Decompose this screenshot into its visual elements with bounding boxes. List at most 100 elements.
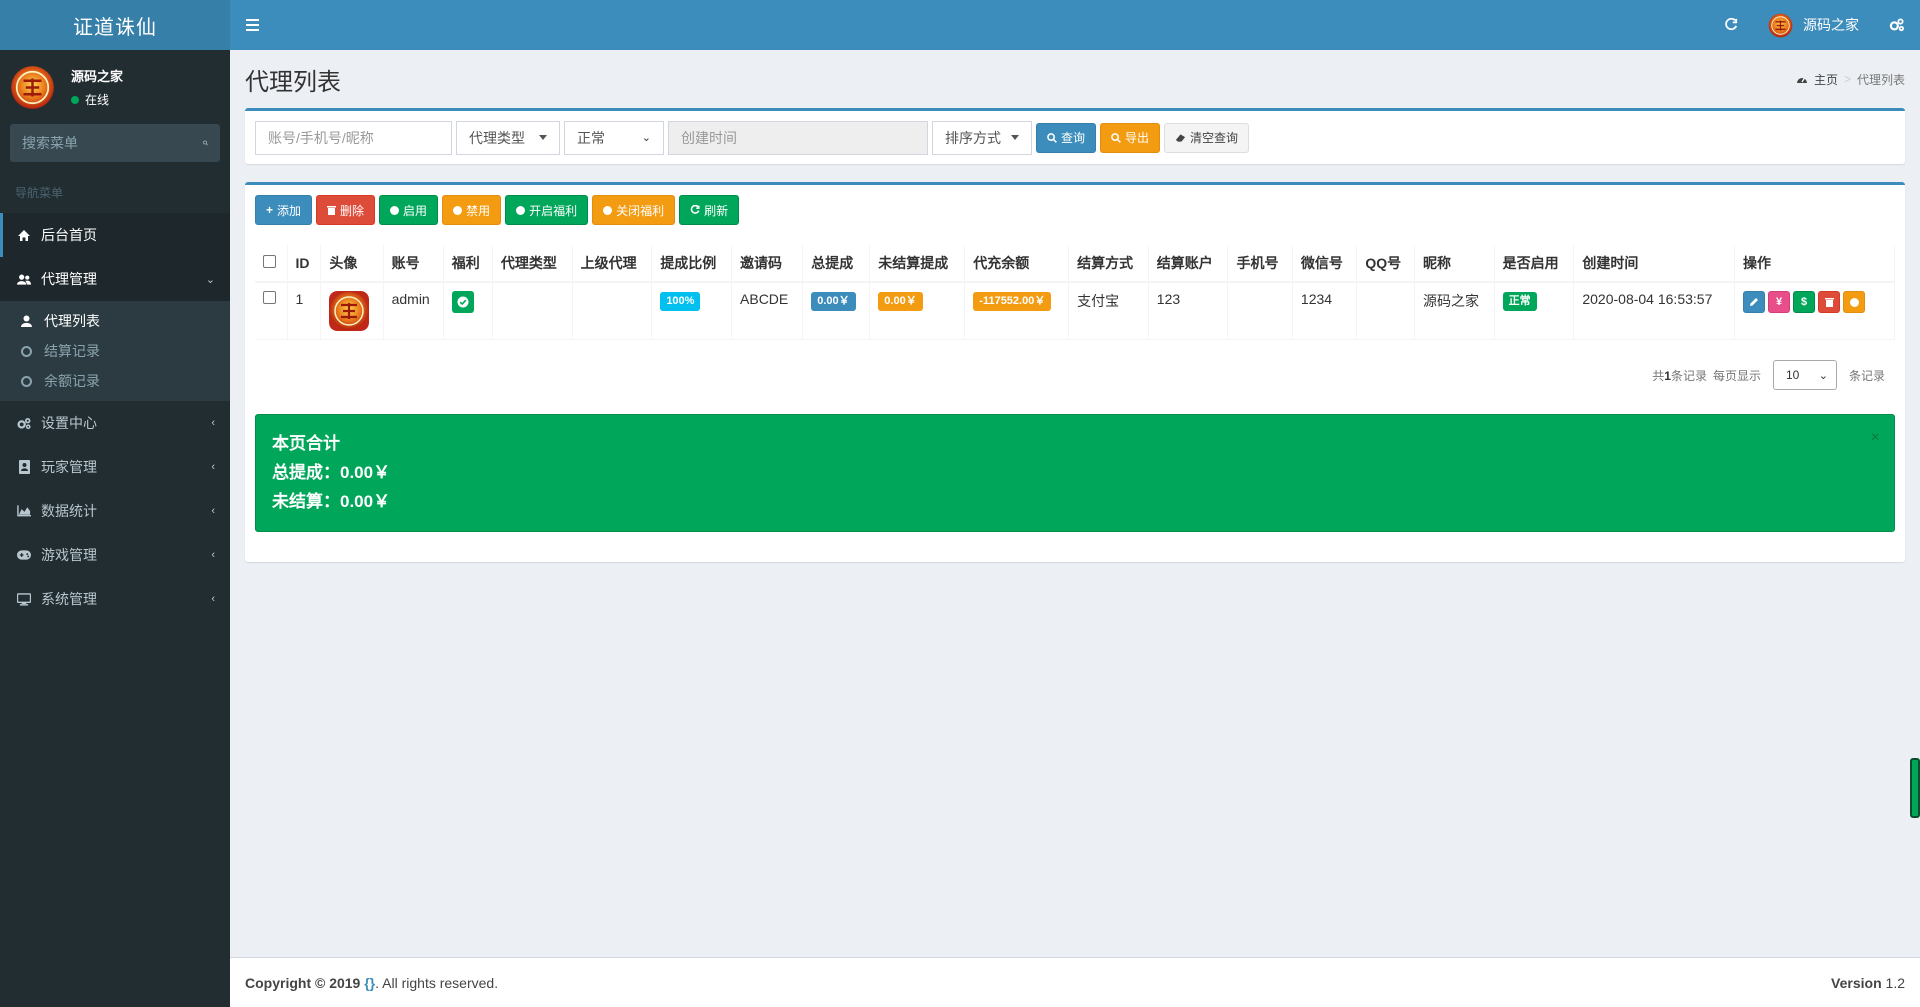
- add-button[interactable]: + 添加: [255, 195, 313, 225]
- sidebar-item-agent-list[interactable]: 代理列表: [0, 306, 230, 336]
- sidebar-item-statistics[interactable]: 数据统计 ‹: [0, 489, 230, 533]
- status-select[interactable]: 正常 ⌄: [564, 120, 664, 155]
- sidebar-item-settings[interactable]: 设置中心 ‹: [0, 401, 230, 445]
- close-welfare-button[interactable]: 关闭福利: [592, 195, 676, 225]
- dashboard-icon: [1796, 77, 1807, 83]
- sidebar-item-settlement-records[interactable]: 结算记录: [0, 336, 230, 366]
- breadcrumb-home[interactable]: 主页: [1814, 71, 1838, 88]
- check-circle-icon[interactable]: [451, 291, 474, 313]
- page-title: 代理列表: [245, 68, 341, 96]
- col-wechat: 微信号: [1292, 245, 1358, 283]
- sidebar-item-games[interactable]: 游戏管理 ‹: [0, 533, 230, 577]
- content-header: 代理列表 主页 > 代理列表: [245, 50, 1905, 108]
- col-settle-account: 结算账户: [1148, 245, 1229, 283]
- col-unsettled: 未结算提成: [869, 245, 966, 283]
- col-settle-method: 结算方式: [1068, 245, 1149, 283]
- sidebar-search-input[interactable]: [22, 135, 203, 151]
- row-toggle-button[interactable]: [1843, 291, 1865, 313]
- refresh-list-button[interactable]: 刷新: [679, 195, 740, 225]
- col-id[interactable]: ID: [287, 245, 322, 283]
- refresh-button[interactable]: [1709, 0, 1753, 50]
- refresh-icon: [690, 205, 700, 214]
- col-qq: QQ号: [1356, 245, 1415, 283]
- brace-link[interactable]: {}: [364, 975, 375, 991]
- online-dot-icon: [71, 95, 79, 104]
- query-button[interactable]: 查询: [1036, 122, 1097, 153]
- page-size-select[interactable]: 10 ⌄: [1772, 360, 1837, 390]
- sidebar-item-players[interactable]: 玩家管理 ‹: [0, 445, 230, 489]
- row-checkbox[interactable]: [263, 291, 276, 304]
- scroll-indicator[interactable]: [1910, 758, 1920, 818]
- app-title: 证道诛仙: [73, 16, 157, 39]
- control-sidebar-button[interactable]: [1874, 0, 1920, 50]
- yen-icon: ¥: [1775, 296, 1783, 308]
- breadcrumb-current: 代理列表: [1856, 72, 1905, 87]
- sidebar-item-system[interactable]: 系统管理 ‹: [0, 577, 230, 621]
- agent-type-select[interactable]: 代理类型: [456, 120, 560, 155]
- total-records: 共1条记录: [1652, 368, 1707, 383]
- gears-icon: [1889, 18, 1904, 32]
- row-delete-button[interactable]: [1818, 291, 1840, 313]
- chevron-left-icon: ‹: [211, 417, 215, 429]
- chevron-left-icon: ‹: [211, 549, 215, 561]
- clear-query-button[interactable]: 清空查询: [1164, 122, 1250, 153]
- disable-button[interactable]: 禁用: [442, 195, 502, 225]
- col-parent-agent: 上级代理: [572, 245, 653, 283]
- online-status: 在线: [71, 91, 123, 108]
- trash-icon: [1824, 298, 1834, 307]
- user-menu[interactable]: 源码之家: [1753, 0, 1874, 50]
- row-avatar: [329, 291, 370, 331]
- ratio-badge: 100%: [660, 292, 701, 312]
- cell-settle-account: 123: [1148, 282, 1229, 340]
- breadcrumb: 主页 > 代理列表: [1796, 71, 1905, 88]
- create-time-input[interactable]: [668, 120, 928, 155]
- sidebar: 源码之家 在线 导航菜单 后台首页 代理管理 ⌄ 代理列表 结算记录 余额记录: [0, 50, 230, 1007]
- enable-button[interactable]: 启用: [379, 195, 439, 225]
- page-summary-alert: 本页合计 总提成：0.00￥ 未结算：0.00￥ ×: [255, 414, 1895, 532]
- status-badge: 正常: [1502, 292, 1537, 312]
- sidebar-toggle-button[interactable]: [230, 0, 274, 50]
- col-created[interactable]: 创建时间: [1573, 245, 1735, 283]
- top-navbar: 源码之家: [230, 0, 1920, 50]
- sidebar-item-dashboard[interactable]: 后台首页: [0, 213, 230, 257]
- select-all-checkbox[interactable]: [263, 255, 276, 268]
- yen-button[interactable]: ¥: [1768, 291, 1790, 313]
- col-account[interactable]: 账号: [383, 245, 444, 283]
- sidebar-item-balance-records[interactable]: 余额记录: [0, 366, 230, 396]
- eraser-icon: [1175, 133, 1186, 142]
- col-phone: 手机号: [1227, 245, 1293, 283]
- account-search-input[interactable]: [255, 120, 452, 155]
- footer: Copyright © 2019 {}. All rights reserved…: [230, 957, 1920, 1007]
- user-panel: 源码之家 在线: [0, 50, 230, 124]
- caret-down-icon: [539, 135, 547, 140]
- edit-button[interactable]: [1743, 291, 1765, 313]
- desktop-icon: [17, 592, 31, 606]
- circle-o-icon: [20, 375, 32, 387]
- plus-icon: +: [266, 203, 274, 217]
- search-icon: [1047, 132, 1057, 143]
- sort-select[interactable]: 排序方式: [932, 120, 1032, 155]
- chevron-left-icon: ‹: [211, 461, 215, 473]
- close-icon[interactable]: ×: [1871, 429, 1880, 447]
- col-total-commission: 总提成: [802, 245, 871, 283]
- export-button[interactable]: 导出: [1100, 122, 1161, 153]
- col-ratio: 提成比例: [651, 245, 733, 283]
- col-agent-type: 代理类型: [492, 245, 573, 283]
- balance-badge: -117552.00￥: [973, 292, 1052, 312]
- toolbar: + 添加 删除 启用 禁用 开启福利 关闭福利 刷新: [245, 185, 1905, 235]
- dollar-button[interactable]: $: [1793, 291, 1815, 313]
- copyright: Copyright © 2019 {}. All rights reserved…: [245, 974, 499, 991]
- content-wrapper: 代理列表 主页 > 代理列表 代理类型 正常⌄ 排序方式 查询 导出: [230, 50, 1920, 957]
- search-icon[interactable]: [203, 136, 208, 150]
- chevron-down-icon: ⌄: [1818, 369, 1828, 382]
- cell-created: 2020-08-04 16:53:57: [1573, 282, 1735, 340]
- open-welfare-button[interactable]: 开启福利: [505, 195, 589, 225]
- table-header-row: ID 头像 账号 福利 代理类型 上级代理 提成比例 邀请码 总提成 未结算提成…: [255, 245, 1895, 283]
- cell-phone: [1227, 282, 1293, 340]
- app-logo[interactable]: 证道诛仙: [0, 0, 230, 50]
- cell-nickname: 源码之家: [1414, 282, 1495, 340]
- sidebar-item-agents[interactable]: 代理管理 ⌄: [0, 257, 230, 301]
- user-avatar: [1768, 13, 1793, 38]
- delete-button[interactable]: 删除: [316, 195, 376, 225]
- address-book-icon: [17, 460, 31, 474]
